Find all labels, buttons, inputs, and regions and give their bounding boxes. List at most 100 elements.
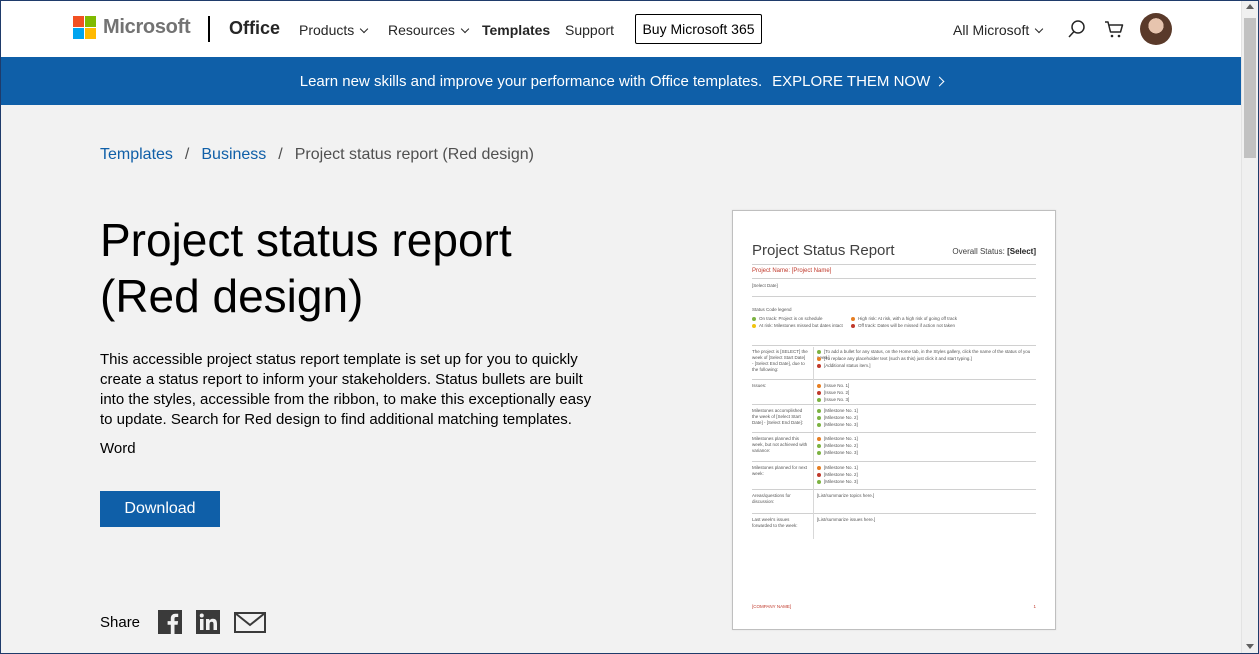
scroll-thumb[interactable] (1244, 18, 1256, 158)
preview-page-number: 1 (1033, 604, 1036, 609)
preview-row-item-text: [List/summarize topics here.] (817, 493, 875, 498)
preview-row-item: [List/summarize topics here.] (817, 493, 1039, 499)
chevron-down-icon (360, 24, 369, 33)
preview-rule (752, 404, 1036, 405)
cart-icon[interactable] (1102, 17, 1126, 41)
preview-row-item-text: [Issue No. 2] (824, 390, 850, 395)
preview-row-item-text: [Milestone No. 1] (824, 408, 858, 413)
preview-overall-label: Overall Status: (952, 247, 1005, 256)
buy-microsoft-365-button[interactable]: Buy Microsoft 365 (635, 14, 762, 44)
preview-row-item-text: [Milestone No. 3] (824, 450, 858, 455)
preview-row-item-text: [Milestone No. 2] (824, 472, 858, 477)
preview-row-item-text: [Milestone No. 2] (824, 415, 858, 420)
preview-row-item-text: [Additional status item.] (824, 363, 871, 368)
scroll-down-arrow-icon[interactable] (1246, 644, 1254, 649)
preview-row-label: Milestones planned for next week: (752, 465, 808, 476)
status-dot (817, 472, 821, 477)
preview-rule (752, 264, 1036, 265)
preview-row-item-text: [Milestone No. 2] (824, 443, 858, 448)
template-preview-image: Project Status Report Overall Status: [S… (732, 210, 1056, 630)
preview-column-rule (813, 347, 814, 539)
office-link[interactable]: Office (229, 18, 280, 39)
banner-text: Learn new skills and improve your perfor… (299, 72, 763, 90)
preview-row-item: [Milestone No. 2] (817, 472, 1039, 478)
share-label: Share (100, 613, 141, 631)
preview-row-item: [Issue No. 3] (817, 397, 1039, 403)
status-dot (817, 443, 821, 448)
nav-templates[interactable]: Templates (482, 22, 550, 38)
preview-row-label: Areas/questions for discussion: (752, 493, 791, 504)
nav-products[interactable]: Products (299, 22, 369, 38)
preview-legend-item: Off track: Dates will be missed if actio… (851, 323, 1041, 329)
preview-row-label: Last week's issues forwarded to the week… (752, 517, 798, 528)
preview-row-item: [Issue No. 2] (817, 390, 1039, 396)
status-dot (817, 422, 821, 427)
share-bar: Share (100, 610, 280, 634)
brand-name: Microsoft (103, 16, 191, 38)
nav-products-label: Products (299, 22, 355, 38)
breadcrumb-business[interactable]: Business (201, 146, 266, 164)
avatar[interactable] (1140, 13, 1172, 45)
legend-text: High risk: At risk, with a high risk of … (858, 316, 957, 321)
template-description: This accessible project status report te… (100, 351, 592, 428)
breadcrumb: Templates / Business / Project status re… (100, 146, 534, 164)
facebook-icon[interactable] (158, 610, 183, 634)
promo-banner: Learn new skills and improve your perfor… (1, 57, 1242, 105)
legend-text: At risk: Milestones missed but dates int… (759, 323, 843, 328)
chevron-right-icon (934, 76, 945, 86)
preview-company-name: [COMPANY NAME] (752, 604, 792, 609)
breadcrumb-separator: / (184, 146, 190, 163)
microsoft-logo[interactable]: Microsoft (73, 16, 191, 39)
preview-row-item-text: [Milestone No. 3] (824, 422, 858, 427)
status-dot (752, 323, 756, 328)
search-icon[interactable] (1065, 17, 1089, 41)
status-dot (817, 415, 821, 420)
scroll-up-arrow-icon[interactable] (1246, 4, 1254, 9)
all-microsoft-label: All Microsoft (953, 22, 1030, 38)
preview-row-item: [Milestone No. 1] (817, 408, 1039, 414)
microsoft-logo-icon (73, 16, 96, 39)
preview-row-item-text: [To replace any placeholder text (such a… (824, 356, 972, 361)
breadcrumb-current: Project status report (Red design) (294, 146, 534, 163)
nav-support[interactable]: Support (565, 22, 614, 38)
nav-resources-label: Resources (388, 22, 455, 38)
linkedin-icon[interactable] (196, 610, 221, 634)
preview-rule (752, 379, 1036, 380)
preview-row-item: [Milestone No. 3] (817, 479, 1039, 485)
status-dot (851, 316, 855, 321)
explore-link[interactable]: EXPLORE THEM NOW (772, 72, 945, 90)
status-dot (817, 479, 821, 484)
email-icon[interactable] (234, 610, 267, 634)
all-microsoft-menu[interactable]: All Microsoft (953, 22, 1044, 38)
explore-link-label: EXPLORE THEM NOW (772, 72, 931, 90)
top-navigation: Microsoft Office Products Resources Temp… (1, 1, 1242, 57)
chevron-down-icon (1034, 24, 1044, 33)
status-dot (817, 397, 821, 402)
status-dot (817, 408, 821, 413)
preview-rule (752, 432, 1036, 433)
app-name: Word (100, 440, 136, 457)
preview-row-item: [Milestone No. 2] (817, 443, 1039, 449)
preview-legend-title: Status Code legend (752, 307, 792, 312)
preview-rule (752, 461, 1036, 462)
preview-row-item-text: [Issue No. 1] (824, 383, 850, 388)
breadcrumb-templates[interactable]: Templates (100, 146, 173, 164)
download-button[interactable]: Download (100, 491, 220, 527)
preview-row-item-text: [List/summarize issues here.] (817, 517, 876, 522)
preview-rule (752, 513, 1036, 514)
preview-row-item-text: [Milestone No. 1] (824, 436, 858, 441)
preview-row-item: [Milestone No. 3] (817, 450, 1039, 456)
status-dot (817, 363, 821, 368)
preview-overall-value: [Select] (1007, 247, 1036, 256)
nav-resources[interactable]: Resources (388, 22, 470, 38)
legend-text: On track: Project is on schedule (759, 316, 823, 321)
preview-row-label: Milestones accomplished the week of [Sel… (752, 408, 804, 425)
status-dot (817, 383, 821, 388)
preview-legend-item: High risk: At risk, with a high risk of … (851, 316, 1041, 322)
preview-row-item: [Issue No. 1] (817, 383, 1039, 389)
preview-row-label: The project is [SELECT] the week of [Sel… (752, 349, 808, 372)
preview-row-item-text: [Milestone No. 3] (824, 479, 858, 484)
preview-row-item: [List/summarize issues here.] (817, 517, 1039, 523)
page-scrollbar[interactable] (1241, 1, 1258, 653)
preview-rule (752, 489, 1036, 490)
